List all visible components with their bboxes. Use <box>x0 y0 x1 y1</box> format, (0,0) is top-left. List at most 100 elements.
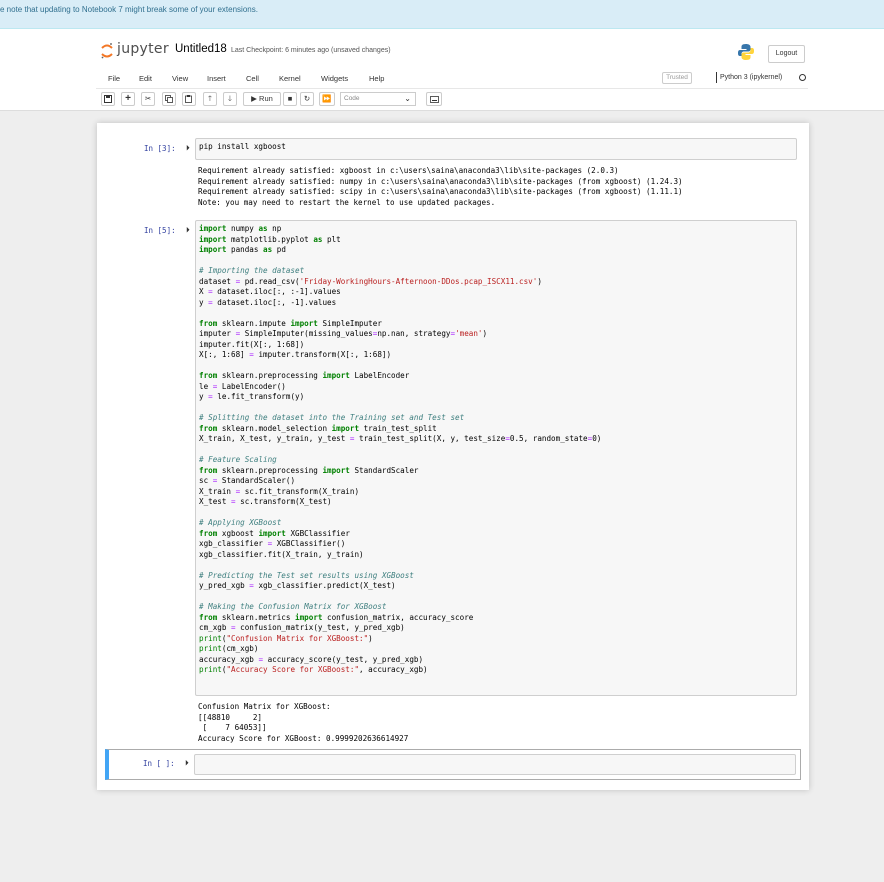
notebook-container: In [3]: ⏵ pip install xgboost Requiremen… <box>97 123 809 790</box>
code-line: from xgboost import XGBClassifier <box>199 528 350 538</box>
menu-view[interactable]: View <box>172 74 188 83</box>
output-line: Requirement already satisfied: scipy in … <box>198 187 683 196</box>
code-line: dataset = pd.read_csv('Friday-WorkingHou… <box>199 276 542 286</box>
trusted-indicator[interactable]: Trusted <box>662 72 692 84</box>
command-palette-button[interactable] <box>426 92 442 106</box>
paste-icon <box>185 95 192 103</box>
menu-cell[interactable]: Cell <box>246 74 259 83</box>
save-icon <box>104 95 112 103</box>
jupyter-logo-icon <box>101 43 113 59</box>
run-cell-icon[interactable]: ⏵ <box>186 225 190 235</box>
checkpoint-status: Last Checkpoint: 6 minutes ago (unsaved … <box>231 47 391 54</box>
toolbar: + ✂ 🡑 🡓 ▶ Run ■ ↻ ⏩ Code ⌄ <box>96 92 808 108</box>
run-cell-icon[interactable]: ⏵ <box>186 143 190 153</box>
cell-output: Confusion Matrix for XGBoost: [[48810 2]… <box>198 702 408 744</box>
code-line: import numpy as np <box>199 224 282 233</box>
code-line: import matplotlib.pyplot as plt <box>199 234 341 244</box>
restart-icon: ↻ <box>303 94 311 103</box>
code-line: from sklearn.preprocessing import LabelE… <box>199 371 410 380</box>
keyboard-icon <box>429 96 439 103</box>
insert-cell-button[interactable]: + <box>121 92 135 106</box>
jupyter-wordmark: jupyter <box>117 41 169 57</box>
code-line: cm_xgb = confusion_matrix(y_test, y_pred… <box>199 623 405 632</box>
header: jupyter Untitled18 Last Checkpoint: 6 mi… <box>0 29 884 111</box>
code-line: le = LabelEncoder() <box>199 381 286 391</box>
run-cell-icon[interactable]: ⏵ <box>185 758 189 768</box>
code-line: xgb_classifier = XGBClassifier() <box>199 539 346 548</box>
code-line: # Splitting the dataset into the Trainin… <box>199 413 465 422</box>
cell-input[interactable]: import numpy as np import matplotlib.pyp… <box>195 220 797 696</box>
kernel-status-icon <box>799 74 806 81</box>
code-line: # Feature Scaling <box>199 455 277 464</box>
run-button[interactable]: ▶ Run <box>243 92 281 106</box>
move-up-button[interactable]: 🡑 <box>203 92 217 106</box>
jupyter-logo[interactable]: jupyter <box>100 41 169 62</box>
code-line: imputer.fit(X[:, 1:68]) <box>199 339 305 349</box>
code-line: X_train = sc.fit_transform(X_train) <box>199 486 360 496</box>
code-line: X[:, 1:68] = imputer.transform(X[:, 1:68… <box>199 350 392 359</box>
output-line: [ 7 64053]] <box>198 723 267 732</box>
code-line: from sklearn.metrics import confusion_ma… <box>199 612 474 622</box>
code-line: print("Accuracy Score for XGBoost:", acc… <box>199 665 428 674</box>
code-line: print("Confusion Matrix for XGBoost:") <box>199 633 373 643</box>
output-line: Accuracy Score for XGBoost: 0.9999202636… <box>198 733 409 743</box>
cell-source[interactable]: pip install xgboost <box>196 139 796 156</box>
paste-button[interactable] <box>182 92 196 106</box>
logout-button[interactable]: Logout <box>768 45 805 63</box>
output-line: Confusion Matrix for XGBoost: <box>198 702 331 711</box>
plus-icon: + <box>125 93 131 104</box>
cell-type-select[interactable]: Code ⌄ <box>340 92 416 106</box>
code-line: X = dataset.iloc[:, :-1].values <box>199 287 341 296</box>
code-cell[interactable]: In [5]: ⏵ import numpy as np import matp… <box>105 217 801 747</box>
cut-button[interactable]: ✂ <box>141 92 155 106</box>
cell-input[interactable] <box>194 754 796 775</box>
code-line: X_train, X_test, y_train, y_test = train… <box>199 434 602 443</box>
menu-bar: File Edit View Insert Cell Kernel Widget… <box>96 69 808 89</box>
code-line: X_test = sc.transform(X_test) <box>199 497 332 506</box>
restart-button[interactable]: ↻ <box>300 92 314 106</box>
chevron-down-icon: ⌄ <box>404 94 411 103</box>
code-cell[interactable]: In [3]: ⏵ pip install xgboost Requiremen… <box>105 135 801 209</box>
output-line: Requirement already satisfied: xgboost i… <box>198 166 619 175</box>
run-label: Run <box>259 94 273 103</box>
code-line: y = le.fit_transform(y) <box>199 392 305 401</box>
code-line: from sklearn.preprocessing import Standa… <box>199 465 419 475</box>
menu-edit[interactable]: Edit <box>139 74 152 83</box>
kernel-name[interactable]: Python 3 (ipykernel) <box>720 74 782 81</box>
arrow-down-icon: 🡓 <box>228 94 232 103</box>
copy-button[interactable] <box>162 92 176 106</box>
code-line: sc = StandardScaler() <box>199 476 296 485</box>
scissors-icon: ✂ <box>144 94 152 103</box>
arrow-up-icon: 🡑 <box>208 94 212 103</box>
menu-kernel[interactable]: Kernel <box>279 74 301 83</box>
notebook-title[interactable]: Untitled18 <box>175 43 227 55</box>
notification-bar: e note that updating to Notebook 7 might… <box>0 0 884 29</box>
move-down-button[interactable]: 🡓 <box>223 92 237 106</box>
cell-output: Requirement already satisfied: xgboost i… <box>198 166 683 208</box>
cell-prompt: In [5]: <box>144 226 176 235</box>
output-line: [[48810 2] <box>198 712 263 722</box>
cell-type-value: Code <box>344 95 360 102</box>
code-line: y_pred_xgb = xgb_classifier.predict(X_te… <box>199 581 396 590</box>
code-line: from sklearn.model_selection import trai… <box>199 423 437 433</box>
code-line: import pandas as pd <box>199 245 286 254</box>
interrupt-button[interactable]: ■ <box>283 92 297 106</box>
save-button[interactable] <box>101 92 115 106</box>
menu-file[interactable]: File <box>108 74 120 83</box>
play-icon: ▶ <box>251 94 257 103</box>
menu-help[interactable]: Help <box>369 74 384 83</box>
menu-widgets[interactable]: Widgets <box>321 74 348 83</box>
notification-text: e note that updating to Notebook 7 might… <box>0 5 258 14</box>
python-icon <box>738 44 754 60</box>
menu-insert[interactable]: Insert <box>207 74 226 83</box>
cell-prompt: In [3]: <box>144 144 176 153</box>
kernel-separator <box>716 72 717 83</box>
restart-run-all-button[interactable]: ⏩ <box>319 92 335 106</box>
code-cell-selected[interactable]: In [ ]: ⏵ <box>105 749 801 780</box>
cell-input[interactable]: pip install xgboost <box>195 138 797 160</box>
code-line: imputer = SimpleImputer(missing_values=n… <box>199 329 488 338</box>
code-line: # Making the Confusion Matrix for XGBoos… <box>199 602 387 611</box>
code-line: pip install xgboost <box>199 142 286 151</box>
cell-source[interactable]: import numpy as np import matplotlib.pyp… <box>196 221 796 679</box>
code-line: y = dataset.iloc[:, -1].values <box>199 297 337 307</box>
